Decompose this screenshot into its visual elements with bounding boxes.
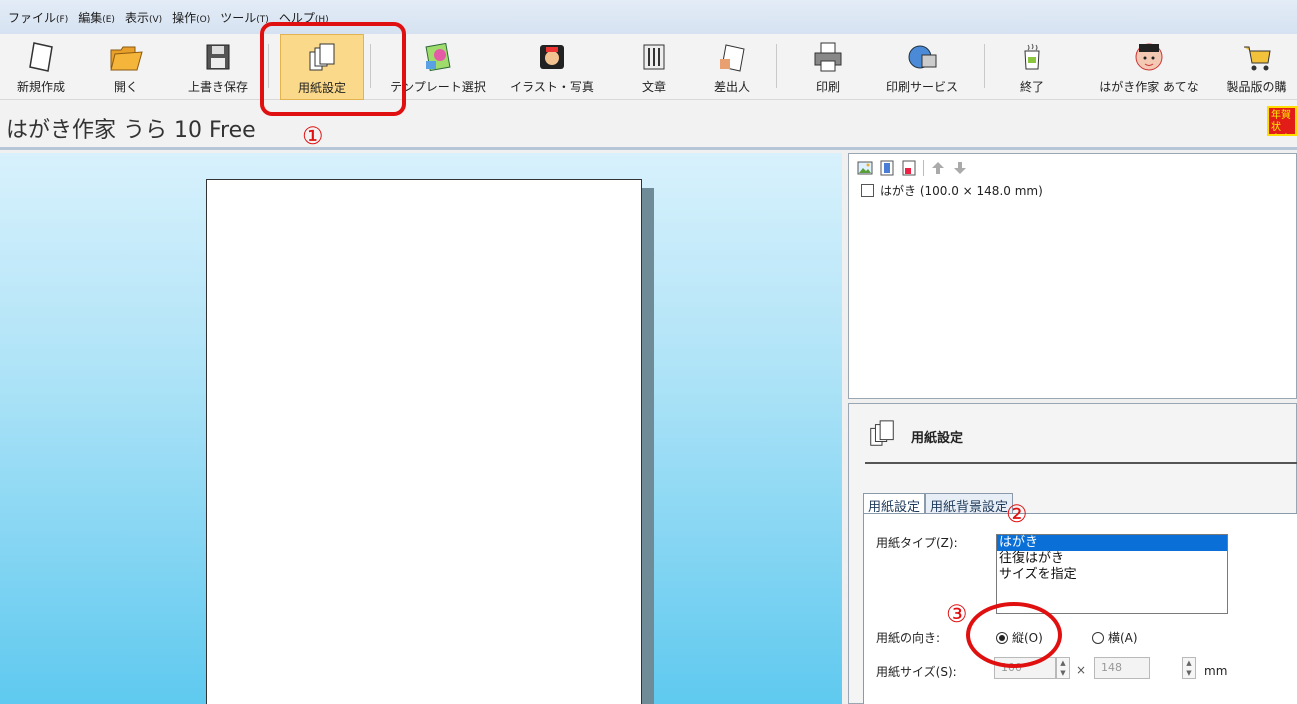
exit-button[interactable]: 終了	[1006, 34, 1058, 100]
landscape-radio[interactable]: 横(A)	[1092, 629, 1138, 646]
folder-icon	[109, 40, 143, 74]
menu-bar: ファイル(F) 編集(E) 表示(V) 操作(O) ツール(T) ヘルプ(H)	[0, 0, 1297, 34]
radio-unselected-icon	[1092, 631, 1104, 644]
orientation-label: 用紙の向き:	[876, 631, 941, 645]
toolbar-separator	[776, 44, 777, 88]
annotation-number-1: ①	[302, 122, 324, 150]
panel-header: 用紙設定	[867, 418, 963, 454]
title-bar: はがき作家 うら 10 Free 年賀状 喪中は	[0, 100, 1297, 150]
print-service-icon	[905, 40, 939, 74]
text-button[interactable]: 文章	[628, 34, 680, 100]
new-button[interactable]: 新規作成	[8, 34, 74, 100]
sender-button[interactable]: 差出人	[704, 34, 760, 100]
open-button[interactable]: 開く	[104, 34, 148, 100]
toolbar-separator	[923, 160, 924, 176]
atena-character-icon	[1132, 40, 1166, 74]
menu-view[interactable]: 表示(V)	[125, 9, 162, 26]
floppy-disk-icon	[201, 40, 235, 74]
unit-label: mm	[1204, 664, 1228, 678]
paper-settings-panel: 用紙設定 用紙設定 用紙背景設定 用紙タイプ(Z): はがき 往復はがき サイズ…	[848, 403, 1297, 704]
width-spinner[interactable]: ▲ ▼	[1056, 657, 1070, 679]
paper-type-option[interactable]: はがき	[997, 535, 1227, 551]
paper-size-label: 用紙サイズ(S):	[876, 665, 957, 679]
background-image-icon[interactable]	[857, 160, 873, 176]
annotation-ellipse-3	[966, 602, 1062, 668]
printer-icon	[811, 40, 845, 74]
illust-photo-button[interactable]: イラスト・写真	[502, 34, 602, 100]
paper-list-item[interactable]: はがき (100.0 × 148.0 mm)	[849, 182, 1296, 199]
tab-body: 用紙タイプ(Z): はがき 往復はがき サイズを指定 用紙の向き: 縦(O) 横…	[863, 513, 1297, 704]
height-input[interactable]: 148	[1094, 657, 1150, 679]
paper-settings-icon	[867, 418, 897, 454]
tea-cup-icon	[1015, 40, 1049, 74]
paper-type-option[interactable]: サイズを指定	[997, 567, 1227, 583]
arrow-down-icon[interactable]	[952, 160, 968, 176]
toolbar: 新規作成 開く 上書き保存 用紙設定 テンプレート選択 イラスト・写真 文章 差…	[0, 34, 1297, 100]
layer-icon[interactable]	[901, 160, 917, 176]
times-sign: ×	[1076, 663, 1087, 677]
text-scroll-icon	[637, 40, 671, 74]
panel-divider	[865, 462, 1297, 464]
menu-file[interactable]: ファイル(F)	[8, 9, 68, 26]
print-service-button[interactable]: 印刷サービス	[876, 34, 968, 100]
paper-item-checkbox[interactable]	[861, 184, 874, 197]
menu-edit[interactable]: 編集(E)	[78, 9, 115, 26]
atena-button[interactable]: はがき作家 あてな	[1090, 34, 1208, 100]
template-icon	[421, 40, 455, 74]
frame-icon[interactable]	[879, 160, 895, 176]
save-button[interactable]: 上書き保存	[176, 34, 260, 100]
postcard-paper[interactable]	[206, 179, 642, 704]
toolbar-separator	[984, 44, 985, 88]
nenga-banner[interactable]: 年賀状 喪中は	[1267, 106, 1297, 136]
buy-product-button[interactable]: 製品版の購	[1216, 34, 1297, 100]
paper-type-option[interactable]: 往復はがき	[997, 551, 1227, 567]
menu-operation[interactable]: 操作(O)	[172, 9, 210, 26]
menu-tools[interactable]: ツール(T)	[220, 9, 269, 26]
arrow-up-icon[interactable]	[930, 160, 946, 176]
app-title: はがき作家 うら 10 Free	[6, 118, 256, 143]
annotation-number-2: ②	[1006, 500, 1028, 528]
new-document-icon	[24, 40, 58, 74]
paper-list-toolbar	[849, 154, 1296, 182]
illustration-icon	[535, 40, 569, 74]
annotation-number-3: ③	[946, 600, 968, 628]
panel-title: 用紙設定	[911, 430, 964, 446]
paper-list-panel: はがき (100.0 × 148.0 mm)	[848, 153, 1297, 399]
annotation-box-1	[260, 22, 406, 116]
paper-type-label: 用紙タイプ(Z):	[876, 536, 958, 550]
sender-icon	[715, 40, 749, 74]
print-button[interactable]: 印刷	[800, 34, 856, 100]
height-spinner[interactable]: ▲ ▼	[1182, 657, 1196, 679]
paper-type-list[interactable]: はがき 往復はがき サイズを指定	[996, 534, 1228, 614]
shopping-cart-icon	[1240, 40, 1274, 74]
canvas-area[interactable]	[0, 153, 842, 704]
